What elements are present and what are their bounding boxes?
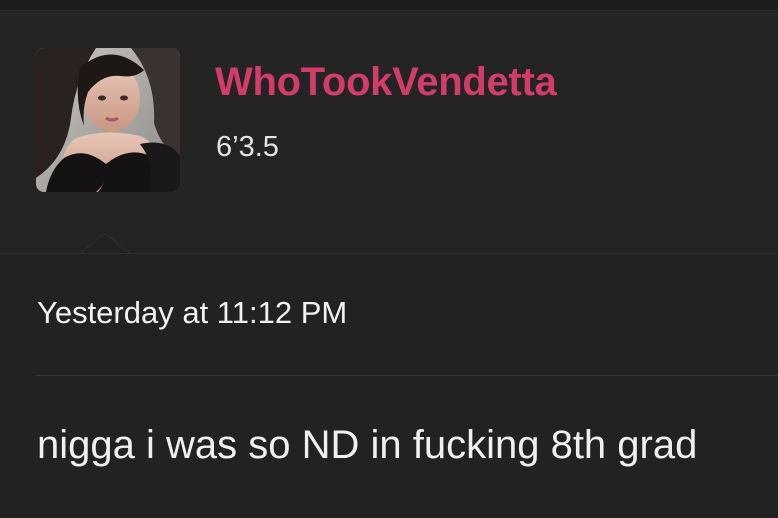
body-divider [36,375,778,376]
post-timestamp[interactable]: Yesterday at 11:12 PM [37,295,347,331]
user-title: 6’3.5 [216,131,279,163]
profile-header: WhoTookVendetta 6’3.5 [0,11,778,265]
post-body: Yesterday at 11:12 PM nigga i was so ND … [0,254,778,518]
post-page: WhoTookVendetta 6’3.5 Yesterday at 11:12… [0,0,778,518]
top-divider [0,0,778,11]
avatar[interactable] [36,48,180,192]
username[interactable]: WhoTookVendetta [215,60,557,105]
user-avatar-photo-icon [36,48,180,192]
post-message: nigga i was so ND in fucking 8th grad [37,423,698,467]
